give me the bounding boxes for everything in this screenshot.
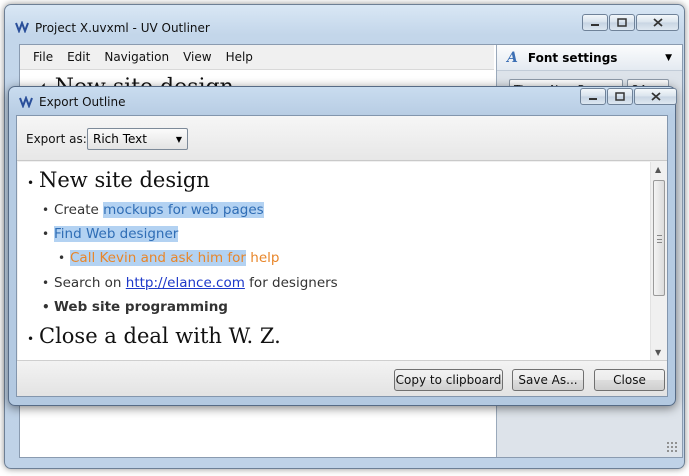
- vertical-scrollbar[interactable]: ▲ ▼: [650, 162, 667, 360]
- menu-file[interactable]: File: [26, 50, 60, 64]
- font-settings-header[interactable]: A Font settings ▼: [497, 45, 682, 71]
- main-window-controls: [581, 14, 679, 31]
- dialog-title: Export Outline: [39, 95, 126, 109]
- font-settings-label: Font settings: [527, 50, 618, 65]
- scroll-down-icon[interactable]: ▼: [655, 348, 661, 357]
- outline-item-text: New site design: [39, 168, 210, 192]
- close-icon: [652, 18, 663, 27]
- outline-item: • Close a deal with W. Z.: [27, 324, 281, 348]
- app-logo-icon: [15, 21, 29, 33]
- bullet-icon: •: [58, 251, 66, 265]
- menu-help[interactable]: Help: [219, 50, 260, 64]
- export-preview[interactable]: • New site design • Create mockups for web…: [18, 162, 667, 360]
- bullet-icon: •: [42, 227, 50, 241]
- outline-item: • Search on http://elance.com for designe…: [42, 275, 338, 291]
- dialog-close-window-button[interactable]: [634, 88, 677, 105]
- close-button[interactable]: Close: [594, 369, 665, 391]
- font-icon: A: [507, 49, 518, 66]
- maximize-button[interactable]: [609, 14, 635, 31]
- dialog-minimize-button[interactable]: [580, 88, 606, 105]
- minimize-button[interactable]: [582, 14, 608, 31]
- export-as-label: Export as:: [26, 132, 87, 146]
- outline-item-text: help: [245, 250, 280, 266]
- export-dialog: Export Outline Export as: Rich Text ▼ • N…: [8, 86, 677, 406]
- highlighted-text: Find Web designer: [54, 226, 179, 242]
- dialog-body: Export as: Rich Text ▼ • New site design …: [16, 115, 668, 397]
- resize-grip[interactable]: [666, 441, 678, 453]
- scrollbar-thumb[interactable]: [653, 180, 665, 296]
- export-format-row: Export as: Rich Text ▼: [17, 116, 667, 161]
- dialog-maximize-button[interactable]: [607, 88, 633, 105]
- bullet-icon: •: [42, 276, 50, 290]
- close-icon: [650, 92, 661, 101]
- outline-item-text: for designers: [244, 275, 338, 291]
- export-format-value: Rich Text: [93, 132, 147, 146]
- menu-bar: File Edit Navigation View Help: [20, 45, 494, 70]
- highlighted-text: Call Kevin and ask him for: [70, 250, 246, 266]
- scroll-up-icon[interactable]: ▲: [655, 165, 661, 174]
- minimize-icon: [591, 23, 599, 26]
- bullet-icon: •: [27, 176, 35, 190]
- outline-item: • New site design: [27, 168, 210, 192]
- elance-link[interactable]: http://elance.com: [126, 275, 245, 291]
- menu-navigation[interactable]: Navigation: [97, 50, 176, 64]
- outline-item: • Find Web designer: [42, 226, 179, 242]
- save-as-button[interactable]: Save As...: [512, 369, 584, 391]
- outline-item: • Create mockups for web pages: [42, 202, 264, 218]
- outline-item-text: Close a deal with W. Z.: [39, 324, 281, 348]
- highlighted-text: mockups for web pages: [103, 202, 264, 218]
- minimize-icon: [589, 97, 597, 100]
- bullet-icon: •: [27, 332, 35, 346]
- dialog-window-controls: [579, 88, 677, 105]
- main-window-title: Project X.uvxml - UV Outliner: [35, 21, 210, 35]
- dialog-logo-icon: [19, 96, 33, 108]
- bullet-icon: •: [42, 203, 50, 217]
- copy-to-clipboard-button[interactable]: Copy to clipboard: [394, 369, 503, 391]
- export-format-select[interactable]: Rich Text ▼: [87, 128, 188, 150]
- chevron-down-icon: ▼: [175, 134, 182, 144]
- chevron-down-icon: ▼: [665, 52, 672, 63]
- bullet-icon: •: [42, 300, 50, 314]
- outline-item: • Call Kevin and ask him for help: [58, 250, 279, 266]
- grip-icon: [657, 235, 662, 243]
- menu-view[interactable]: View: [176, 50, 218, 64]
- outline-item-text: Search on: [54, 275, 126, 291]
- dialog-button-bar: Copy to clipboard Save As... Close: [17, 360, 667, 396]
- close-window-button[interactable]: [636, 14, 679, 31]
- outline-item-text: Web site programming: [54, 299, 228, 315]
- outline-item-text: Create: [54, 202, 104, 218]
- outline-item: • Web site programming: [42, 299, 228, 315]
- menu-edit[interactable]: Edit: [60, 50, 97, 64]
- maximize-icon: [617, 18, 627, 27]
- maximize-icon: [615, 92, 625, 101]
